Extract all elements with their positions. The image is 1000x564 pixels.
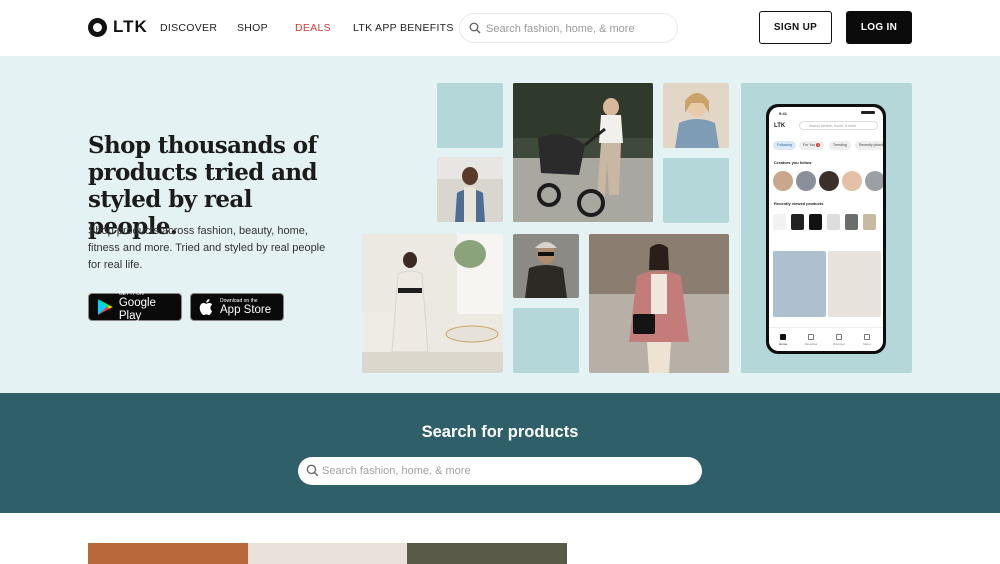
featured-creator-image[interactable]: [248, 543, 407, 564]
nav-ltk-app-benefits[interactable]: LTK APP BENEFITS: [353, 22, 454, 34]
apple-icon: [199, 299, 213, 316]
living-room-photo[interactable]: [362, 234, 503, 373]
phone-search-placeholder: Search fashion, home, & more: [809, 124, 857, 128]
search-products-section: Search for products: [0, 393, 1000, 513]
pink-blazer-photo[interactable]: [589, 234, 729, 373]
phone-tab-menu: Menu: [857, 334, 877, 346]
phone-chip-following: Following: [773, 141, 796, 150]
logo-text: LTK: [113, 17, 148, 36]
recent-product: [845, 214, 858, 230]
creator-photo[interactable]: [437, 157, 503, 222]
google-play-button[interactable]: GET IT ON Google Play: [88, 291, 182, 322]
phone-chip-for-you: For You 1: [799, 141, 825, 150]
creator-avatar: [842, 171, 862, 191]
recent-product: [827, 214, 840, 230]
phone-chip-badge: 1: [816, 143, 821, 147]
creator-avatar: [865, 171, 883, 191]
home-icon: [780, 334, 786, 340]
phone-time: 9:41: [779, 111, 788, 116]
hero-subtitle: Shop products across fashion, beauty, ho…: [88, 225, 326, 271]
recent-product: [791, 214, 804, 230]
search-icon: [469, 22, 481, 34]
phone-tab-discover-label: Discover: [833, 342, 845, 346]
creator-beanie-image: [513, 234, 579, 298]
sign-up-button[interactable]: SIGN UP: [759, 11, 832, 44]
creator-beanie-photo[interactable]: [513, 234, 579, 298]
phone-screen: 9:41 LTK Search fashion, home, & more Fo…: [769, 107, 883, 351]
nav-shop[interactable]: SHOP: [237, 22, 268, 34]
ltk-logo[interactable]: LTK: [88, 17, 148, 37]
collage-tile: [663, 158, 729, 223]
app-store-button[interactable]: Download on the App Store: [190, 293, 284, 321]
site-header: LTK DISCOVER SHOP DEALS LTK APP BENEFITS…: [0, 0, 1000, 56]
creator-avatar: [819, 171, 839, 191]
products-search-input[interactable]: [322, 463, 692, 479]
log-in-button[interactable]: LOG IN: [846, 11, 912, 44]
battery-icon: [861, 111, 875, 114]
creator-photo-image: [437, 157, 503, 222]
phone-chip-for-you-label: For You: [803, 143, 816, 147]
stroller-photo[interactable]: [513, 83, 653, 222]
phone-tab-favorites-label: Favorites: [804, 342, 818, 346]
header-search-input[interactable]: [486, 20, 671, 38]
phone-post-image: [828, 251, 881, 317]
collage-tile: [513, 308, 579, 373]
phone-tab-bar: Home Favorites Discover Menu: [769, 327, 883, 351]
phone-mockup: 9:41 LTK Search fashion, home, & more Fo…: [766, 104, 886, 354]
phone-logo: LTK: [774, 123, 786, 129]
phone-creators-label: Creators you follow: [774, 160, 812, 165]
search-products-title: Search for products: [421, 423, 579, 441]
creator-avatar: [796, 171, 816, 191]
menu-icon: [864, 334, 870, 340]
phone-chip-recent: Recently joined: [855, 141, 883, 150]
phone-tab-favorites: Favorites: [801, 334, 821, 346]
living-room-image: [362, 234, 503, 373]
recent-product: [863, 214, 876, 230]
creator-smiling-image: [663, 83, 729, 148]
grid-icon: [836, 334, 842, 340]
google-play-icon: [97, 299, 113, 315]
phone-recent-label: Recently viewed products: [774, 201, 824, 206]
creator-smiling-photo[interactable]: [663, 83, 729, 148]
recent-product: [809, 214, 822, 230]
creator-avatar: [773, 171, 793, 191]
recent-product: [773, 214, 786, 230]
phone-tab-menu-label: Menu: [863, 342, 871, 346]
phone-tab-home: Home: [773, 334, 793, 346]
phone-tab-discover: Discover: [829, 334, 849, 346]
stroller-photo-image: [513, 83, 653, 222]
featured-creator-image[interactable]: [407, 543, 567, 564]
header-search[interactable]: [459, 13, 678, 43]
nav-deals[interactable]: DEALS: [295, 22, 331, 34]
pink-blazer-image: [589, 234, 729, 373]
search-icon: [306, 464, 319, 477]
products-search[interactable]: [298, 457, 702, 485]
phone-tab-home-label: Home: [778, 342, 787, 346]
ltk-heart-icon: [88, 17, 107, 37]
phone-chip-trending: Trending: [829, 141, 851, 150]
heart-icon: [808, 334, 814, 340]
featured-creator-image[interactable]: [88, 543, 248, 564]
google-play-big: Google Play: [118, 297, 156, 322]
phone-post-image: [773, 251, 826, 317]
phone-search: Search fashion, home, & more: [799, 121, 878, 130]
app-store-big: App Store: [220, 303, 272, 316]
collage-tile: [437, 83, 503, 148]
nav-discover[interactable]: DISCOVER: [160, 22, 217, 34]
